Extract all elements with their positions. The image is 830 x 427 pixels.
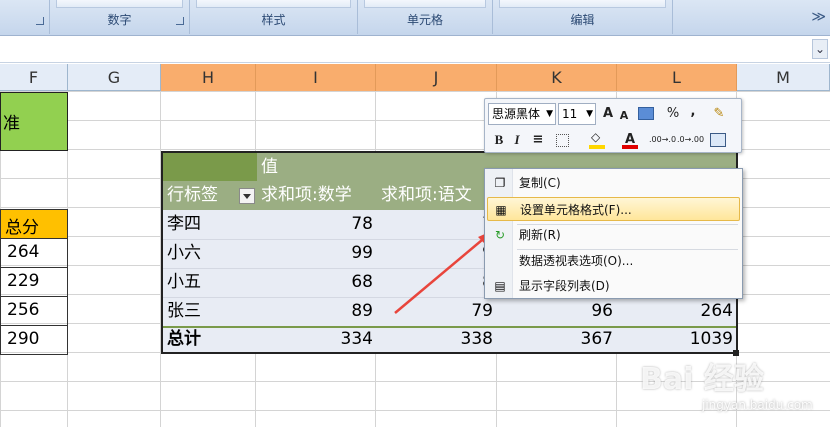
menu-item-field-list[interactable]: ▤ 显示字段列表(D) [487, 274, 740, 298]
column-header-f[interactable]: F [0, 64, 68, 91]
ribbon-group-partial [0, 0, 50, 34]
column-header-j[interactable]: J [376, 64, 497, 91]
pivot-value-l[interactable]: 264 [617, 297, 733, 326]
left-header-text: 准 [3, 114, 20, 134]
field-list-icon: ▤ [494, 279, 506, 293]
accounting-format-icon[interactable] [635, 104, 661, 124]
mini-toolbar: 思源黑体 ▼ 11 ▼ A A % , ✎ B I ≡ ◇ A .00→.0 .… [484, 98, 742, 153]
ribbon-overflow-icon[interactable]: ≫ [811, 9, 826, 25]
copy-icon: ❐ [494, 176, 506, 190]
grow-font-button[interactable]: A [600, 104, 616, 124]
baidu-watermark: Bai 经验 jingyan.baidu.com [640, 354, 830, 424]
pivot-value-math[interactable]: 99 [257, 239, 373, 268]
chevron-down-icon: ▼ [586, 109, 593, 119]
column-header-l[interactable]: L [617, 64, 737, 91]
ribbon-group-editing: 编辑 [493, 0, 673, 34]
fill-color-icon[interactable]: ◇ [585, 130, 611, 150]
ribbon-group-styles: 样式 [190, 0, 358, 34]
pivot-value-k[interactable]: 96 [497, 297, 613, 326]
totals-column: 264 229 256 290 [0, 238, 68, 355]
comma-button[interactable]: , [685, 102, 701, 122]
menu-item-refresh[interactable]: ↻ 刷新(R) [487, 223, 740, 247]
pivot-total-l[interactable]: 1039 [617, 325, 733, 354]
pivot-total-k[interactable]: 367 [497, 325, 613, 354]
pivot-total-math[interactable]: 334 [257, 325, 373, 354]
column-header-i[interactable]: I [256, 64, 376, 91]
font-size-select[interactable]: 11 ▼ [558, 103, 596, 125]
align-center-button[interactable]: ≡ [529, 130, 547, 150]
menu-item-label: 显示字段列表(D) [519, 279, 610, 293]
watermark-url: jingyan.baidu.com [702, 398, 813, 412]
pivot-row-label[interactable]: 小六 [167, 239, 201, 268]
total-header-text: 总分 [5, 218, 39, 238]
ribbon-group-label: 单元格 [406, 13, 443, 27]
ribbon-group-label: 样式 [261, 13, 286, 27]
bold-button[interactable]: B [491, 130, 507, 150]
pivot-value-math[interactable]: 68 [257, 268, 373, 297]
format-cells-icon: ▦ [495, 203, 507, 217]
menu-item-label: 复制(C) [519, 176, 561, 190]
left-header-cell[interactable]: 准 [0, 92, 68, 151]
ribbon-group-cells: 单元格 [358, 0, 493, 34]
font-size-value: 11 [562, 107, 578, 121]
total-cell[interactable]: 290 [7, 329, 39, 349]
font-name-value: 思源黑体 [492, 107, 541, 121]
borders-icon[interactable] [553, 130, 577, 150]
merge-center-icon[interactable] [707, 130, 731, 150]
formula-bar[interactable]: ⌄ [0, 36, 830, 63]
chevron-down-icon: ▼ [546, 109, 553, 119]
pivot-row-labels-header: 行标签 [167, 185, 218, 205]
column-header-m[interactable]: M [737, 64, 830, 91]
column-headers: F G H I J K L M [0, 64, 830, 91]
refresh-icon: ↻ [494, 228, 506, 242]
column-header-g[interactable]: G [68, 64, 161, 91]
ribbon-group-label: 数字 [107, 13, 132, 27]
dialog-launcher-icon[interactable] [176, 17, 184, 25]
percent-button[interactable]: % [665, 104, 681, 124]
menu-item-format-cells[interactable]: ▦ 设置单元格格式(F)... [487, 197, 740, 221]
filter-dropdown-icon[interactable] [239, 188, 255, 204]
pivot-total-chinese[interactable]: 338 [377, 325, 493, 354]
total-cell[interactable]: 264 [7, 242, 39, 262]
menu-item-label: 刷新(R) [519, 228, 561, 242]
total-cell[interactable]: 256 [7, 300, 39, 320]
pivot-total-label[interactable]: 总计 [167, 325, 201, 354]
decrease-decimal-button[interactable]: .0→.00 [677, 130, 704, 150]
pivot-value-math[interactable]: 78 [257, 210, 373, 239]
dialog-launcher-icon[interactable] [36, 17, 44, 25]
pivot-values-label: 值 [261, 157, 278, 177]
column-header-k[interactable]: K [497, 64, 617, 91]
menu-item-label: 数据透视表选项(O)... [519, 254, 634, 268]
increase-decimal-button[interactable]: .00→.0 [649, 130, 676, 150]
watermark-brand: Bai 经验 [640, 362, 764, 397]
pivot-row-label[interactable]: 小五 [167, 268, 201, 297]
pivot-value-math[interactable]: 89 [257, 297, 373, 326]
formula-expand-icon[interactable]: ⌄ [812, 39, 828, 59]
total-header-cell[interactable]: 总分 [0, 209, 68, 239]
ribbon: 数字 样式 单元格 编辑 ≫ [0, 0, 830, 36]
pivot-row-label[interactable]: 李四 [167, 210, 201, 239]
pivot-row-label[interactable]: 张三 [167, 297, 201, 326]
menu-item-pivot-options[interactable]: 数据透视表选项(O)... [487, 249, 740, 273]
menu-item-copy[interactable]: ❐ 复制(C) [487, 171, 740, 195]
font-color-button[interactable]: A [618, 130, 642, 150]
shrink-font-button[interactable]: A [617, 106, 631, 126]
total-cell[interactable]: 229 [7, 271, 39, 291]
pivot-col-header-math: 求和项:数学 [261, 185, 352, 205]
ribbon-group-number: 数字 [50, 0, 190, 34]
context-menu: ❐ 复制(C) ▦ 设置单元格格式(F)... ↻ 刷新(R) 数据透视表选项(… [484, 168, 743, 299]
ribbon-group-label: 编辑 [570, 13, 595, 27]
column-header-h[interactable]: H [161, 64, 256, 91]
pivot-col-header-chinese: 求和项:语文 [381, 185, 472, 205]
italic-button[interactable]: I [509, 130, 525, 150]
font-name-select[interactable]: 思源黑体 ▼ [488, 103, 556, 125]
format-painter-icon[interactable]: ✎ [707, 104, 731, 124]
menu-item-label: 设置单元格格式(F)... [520, 203, 632, 217]
